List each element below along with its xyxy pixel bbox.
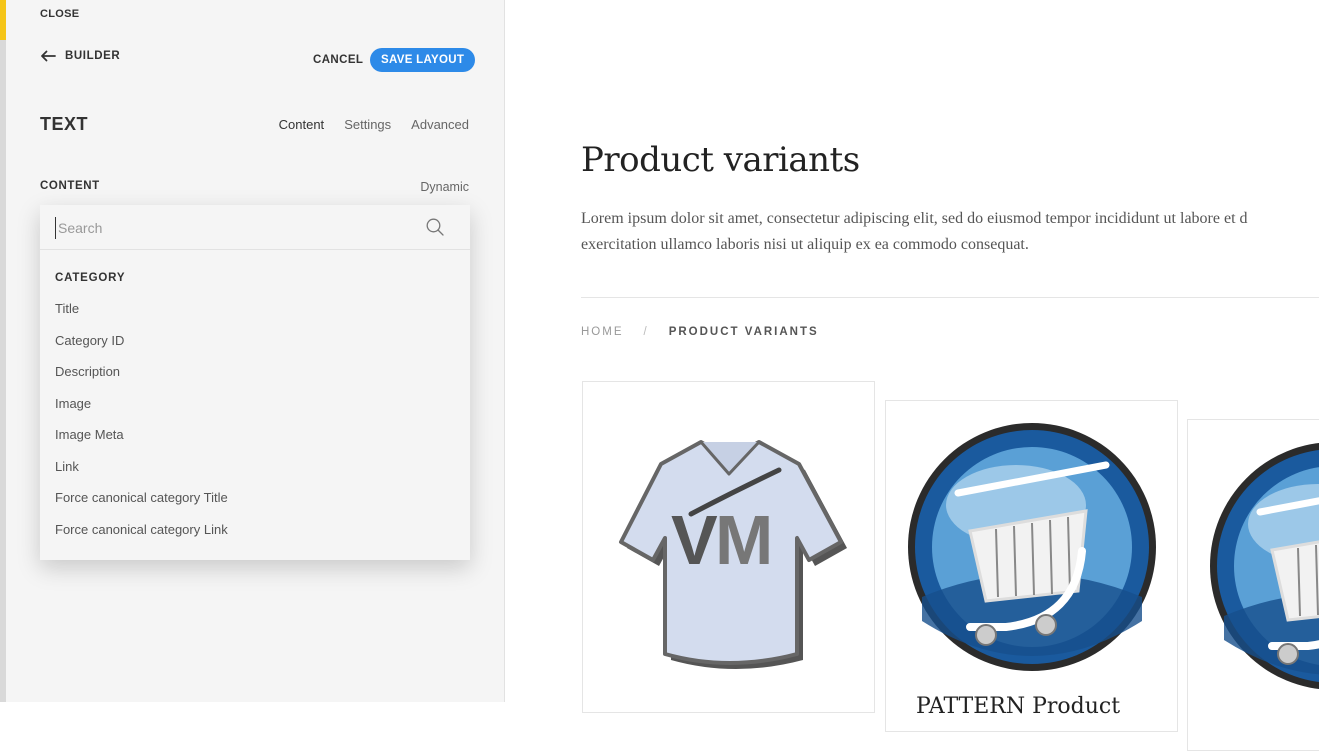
intro-line-1: Lorem ipsum dolor sit amet, consectetur … [581, 210, 1248, 227]
option-description[interactable]: Description [55, 364, 228, 396]
page-title: Product variants [581, 140, 860, 180]
option-force-canonical-title[interactable]: Force canonical category Title [55, 490, 228, 522]
back-to-builder-button[interactable]: BUILDER [40, 50, 120, 62]
builder-panel: CLOSE BUILDER CANCEL SAVE LAYOUT TEXT Co… [6, 0, 505, 702]
content-field-label: CONTENT [40, 180, 100, 192]
save-layout-button[interactable]: SAVE LAYOUT [370, 48, 476, 72]
product-title: PATTERN Product [916, 694, 1120, 719]
divider [581, 297, 1319, 298]
dynamic-content-toggle[interactable]: Dynamic [420, 180, 469, 194]
breadcrumb: HOME / PRODUCT VARIANTS [581, 326, 819, 338]
element-title: TEXT [40, 114, 89, 134]
source-options-list: Title Category ID Description Image Imag… [55, 301, 228, 553]
dynamic-source-dropdown: CATEGORY Title Category ID Description I… [40, 205, 470, 560]
close-button[interactable]: CLOSE [40, 8, 79, 20]
arrow-left-icon [41, 50, 56, 62]
tshirt-vm-logo-image: V M [619, 440, 847, 669]
breadcrumb-home-link[interactable]: HOME [581, 326, 624, 338]
category-heading: CATEGORY [55, 272, 126, 284]
breadcrumb-current: PRODUCT VARIANTS [668, 326, 819, 338]
option-image[interactable]: Image [55, 396, 228, 428]
builder-label: BUILDER [65, 50, 121, 62]
cancel-button[interactable]: CANCEL [313, 54, 363, 66]
search-input[interactable] [55, 217, 400, 239]
tab-advanced[interactable]: Advanced [411, 117, 469, 132]
option-image-meta[interactable]: Image Meta [55, 427, 228, 459]
breadcrumb-separator: / [643, 326, 649, 338]
option-link[interactable]: Link [55, 459, 228, 491]
option-force-canonical-link[interactable]: Force canonical category Link [55, 522, 228, 554]
intro-line-2: exercitation ullamco laboris nisi ut ali… [581, 236, 1029, 253]
dropdown-search-row [40, 205, 470, 250]
svg-text:M: M [715, 501, 773, 579]
shopping-cart-logo-image [1210, 442, 1319, 690]
tab-content[interactable]: Content [279, 117, 325, 132]
product-card[interactable]: V M [582, 381, 875, 713]
option-title[interactable]: Title [55, 301, 228, 333]
panel-tabs: Content Settings Advanced [279, 117, 469, 132]
product-card[interactable]: PATTERN Product [885, 400, 1178, 732]
tab-settings[interactable]: Settings [344, 117, 391, 132]
shopping-cart-logo-image: PATTERN Product [908, 423, 1156, 719]
search-icon [426, 218, 444, 236]
product-card[interactable] [1187, 419, 1319, 751]
option-category-id[interactable]: Category ID [55, 333, 228, 365]
intro-paragraph: Lorem ipsum dolor sit amet, consectetur … [581, 206, 1319, 258]
